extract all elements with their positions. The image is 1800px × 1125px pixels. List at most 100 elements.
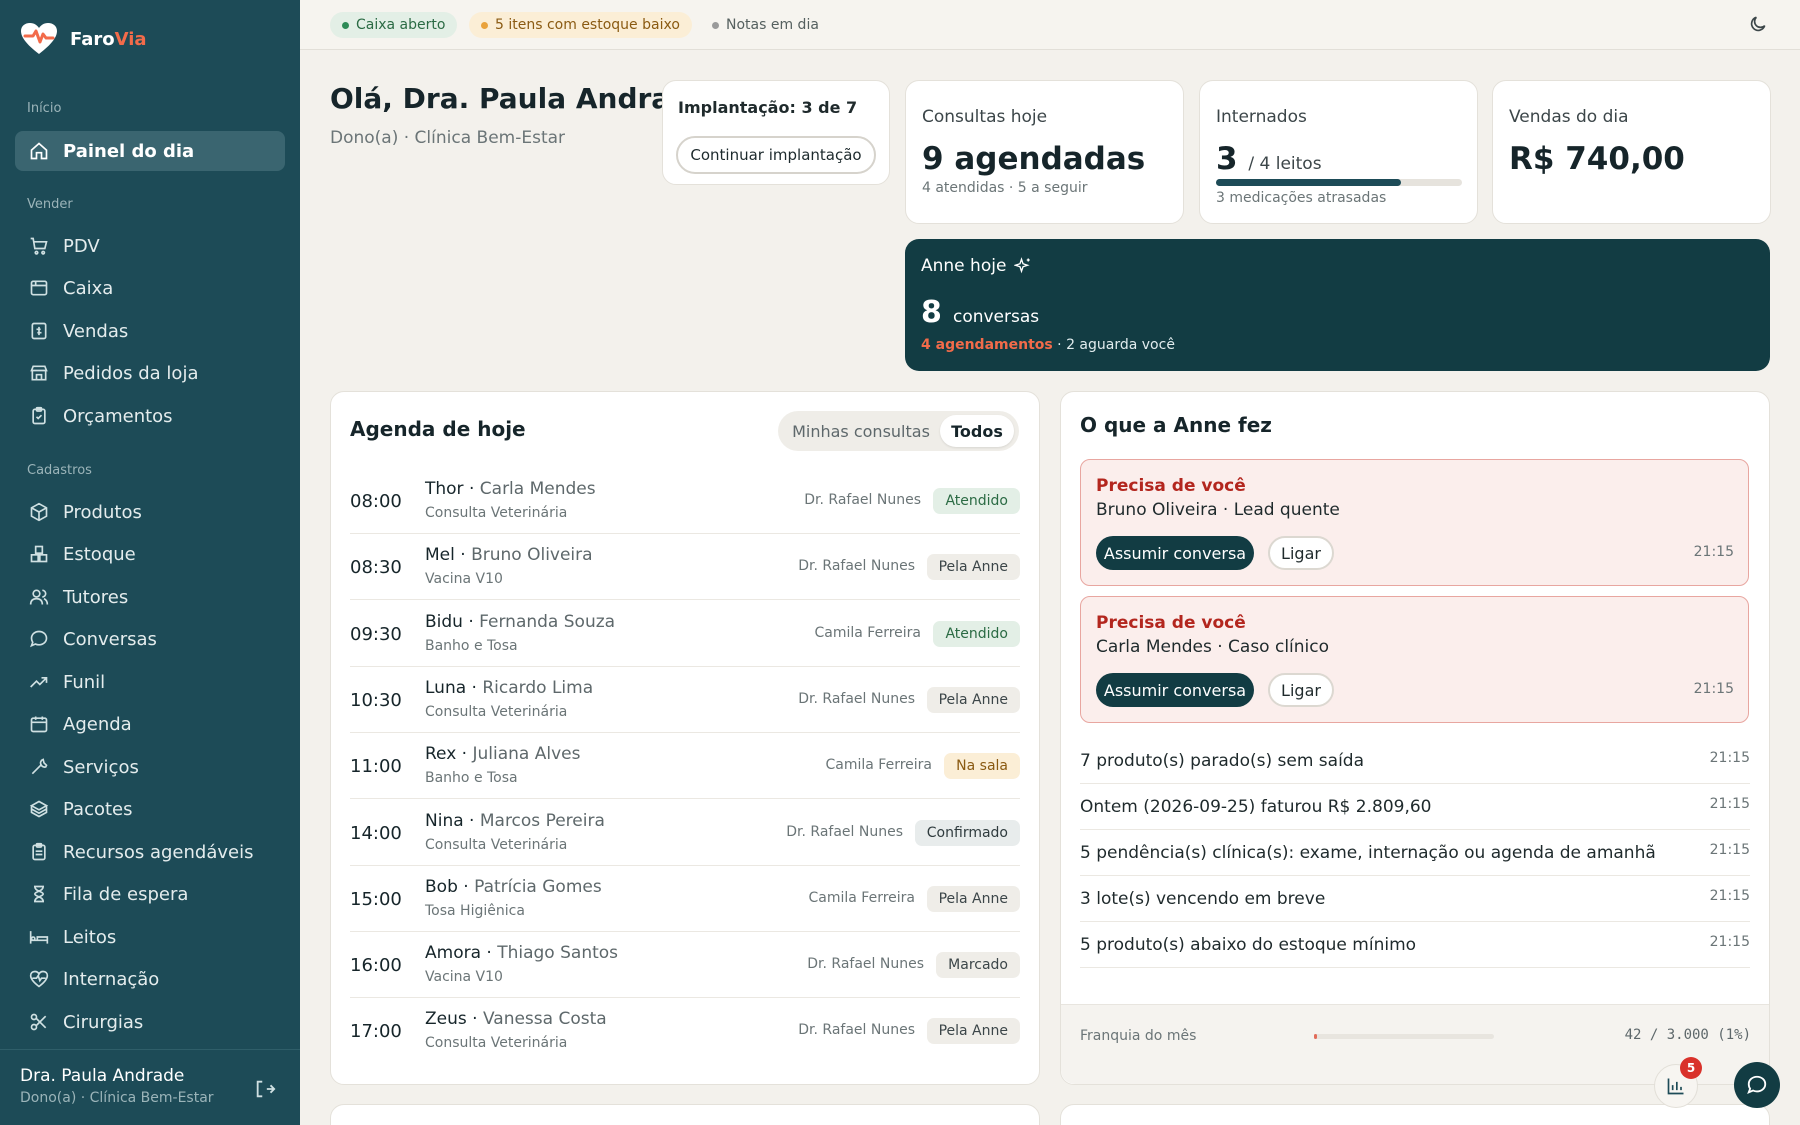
package-icon [29, 800, 49, 818]
sidebar-item-pacotes[interactable]: Pacotes [15, 789, 285, 829]
filter-minhas-consultas[interactable]: Minhas consultas [786, 415, 936, 447]
stat-value: 9 agendadas [922, 141, 1146, 177]
agenda-row[interactable]: 09:30 Bidu · Fernanda Souza Banho e Tosa At… [350, 601, 1020, 667]
cart-icon [30, 237, 48, 255]
sidebar-item-orcamentos[interactable]: Orçamentos [15, 396, 285, 436]
sidebar-item-conversas[interactable]: Conversas [15, 619, 285, 659]
agenda-row[interactable]: 08:30 Mel · Bruno Oliveira Vacina V10 Pela … [350, 534, 1020, 601]
status-pill-caixa[interactable]: Caixa aberto [330, 12, 458, 38]
dark-mode-moon-icon[interactable] [1748, 14, 1768, 34]
chat-bubble-icon [1747, 1075, 1767, 1095]
stat-card-internados[interactable]: Internados 3 / 4 leitos 3 medicações atr… [1199, 80, 1478, 224]
sidebar-item-cirurgias[interactable]: Cirurgias [15, 1002, 285, 1042]
call-button[interactable]: Ligar [1268, 536, 1334, 570]
appointment-time: 09:30 [350, 623, 402, 645]
status-badge: Pela Anne [926, 885, 1020, 912]
anne-conversation-unit: conversas [952, 307, 1040, 327]
appointment-time: 08:00 [350, 491, 402, 512]
stat-value: R$ 740,00 [1509, 141, 1685, 177]
sidebar-item-caixa[interactable]: Caixa [15, 268, 285, 308]
feed-item[interactable]: Ontem (2026-09-25) faturou R$ 2.809,60 2… [1080, 784, 1750, 830]
page-title: Olá, Dra. Paula Andrade [330, 82, 710, 115]
chat-fab[interactable] [1734, 1062, 1780, 1108]
status-dot [342, 21, 349, 29]
next-card [1060, 1104, 1770, 1125]
take-over-button[interactable]: Assumir conversa [1096, 673, 1254, 707]
appointment-patient: Nina · Marcos Pereira [425, 810, 605, 831]
sidebar-item-tutores[interactable]: Tutores [15, 577, 285, 617]
status-badge: Atendido [933, 620, 1020, 647]
logout-icon[interactable] [254, 1078, 276, 1100]
agenda-row[interactable]: 16:00 Amora · Thiago Santos Vacina V10 Marc… [350, 932, 1020, 999]
feed-item[interactable]: 5 pendência(s) clínica(s): exame, intern… [1080, 830, 1750, 876]
agenda-row[interactable]: 17:00 Zeus · Vanessa Costa Consulta Veteri… [350, 998, 1020, 1064]
appointment-patient: Thor · Carla Mendes [425, 479, 596, 499]
agenda-row[interactable]: 14:00 Nina · Marcos Pereira Consulta Veter… [350, 800, 1020, 866]
appointment-service: Consulta Veterinária [425, 703, 568, 720]
stat-value: 3 / 4 leitos [1216, 141, 1322, 177]
appointment-doctor: Dr. Rafael Nunes [807, 956, 924, 973]
receipt-icon [31, 322, 47, 340]
anne-today-card[interactable]: Anne hoje 8 conversas 4 agendamentos · 2… [905, 239, 1770, 371]
take-over-button[interactable]: Assumir conversa [1096, 536, 1254, 570]
agenda-row[interactable]: 15:00 Bob · Patrícia Gomes Tosa Higiênica P… [350, 866, 1020, 932]
stat-label: Internados [1216, 107, 1307, 127]
stat-card-consultas[interactable]: Consultas hoje 9 agendadas 4 atendidas ·… [905, 80, 1184, 224]
sidebar-user[interactable]: Dra. Paula Andrade Dono(a) · Clínica Bem… [0, 1049, 300, 1125]
status-dot [712, 21, 719, 29]
sidebar-item-estoque[interactable]: Estoque [15, 534, 285, 574]
sidebar-item-produtos[interactable]: Produtos [15, 492, 285, 532]
franchise-progress-fill [1314, 1034, 1317, 1039]
onboarding-title: Implantação: 3 de 7 [678, 98, 858, 117]
agenda-title: Agenda de hoje [350, 417, 526, 441]
nav-section-cadastros: Cadastros [27, 463, 92, 478]
status-pill-notas[interactable]: Notas em dia [700, 12, 831, 38]
sidebar-item-servicos[interactable]: Serviços [15, 747, 285, 787]
sidebar-item-pdv[interactable]: PDV [15, 226, 285, 266]
appointment-service: Banho e Tosa [425, 770, 518, 787]
status-badge: Pela Anne [926, 1018, 1020, 1045]
agenda-row[interactable]: 08:00 Thor · Carla Mendes Consulta Veterin… [350, 468, 1020, 534]
page-subtitle: Dono(a) · Clínica Bem-Estar [330, 128, 566, 148]
stat-card-vendas[interactable]: Vendas do dia R$ 740,00 [1492, 80, 1771, 224]
feed-item[interactable]: 5 produto(s) abaixo do estoque mínimo 21… [1080, 922, 1750, 968]
sidebar-item-fila[interactable]: Fila de espera [15, 874, 285, 914]
cash-register-icon [30, 280, 48, 296]
feed-item[interactable]: 7 produto(s) parado(s) sem saída 21:15 [1080, 738, 1750, 784]
sidebar-item-vendas[interactable]: Vendas [15, 311, 285, 351]
sidebar-item-leitos[interactable]: Leitos [15, 917, 285, 957]
store-icon [30, 365, 48, 381]
feed-item[interactable]: 3 lote(s) vencendo em breve 21:15 [1080, 876, 1750, 922]
status-badge: Pela Anne [926, 686, 1020, 713]
agenda-row[interactable]: 11:00 Rex · Juliana Alves Banho e Tosa Na s… [350, 733, 1020, 800]
clipboard-list-icon [32, 842, 46, 861]
status-pill-estoque[interactable]: 5 itens com estoque baixo [469, 12, 692, 38]
stat-sub: 4 atendidas · 5 a seguir [922, 180, 1088, 196]
agenda-row[interactable]: 10:30 Luna · Ricardo Lima Consulta Veterin… [350, 667, 1020, 733]
continue-onboarding-button[interactable]: Continuar implantação [676, 136, 876, 174]
logo-heart-icon [21, 23, 57, 54]
appointment-time: 10:30 [350, 689, 402, 711]
anne-rest: · 2 aguarda você [1052, 337, 1175, 353]
anne-highlight: 4 agendamentos [921, 337, 1053, 353]
status-badge: Marcado [936, 952, 1020, 979]
user-name: Dra. Paula Andrade [20, 1066, 185, 1086]
sidebar-item-agenda[interactable]: Agenda [15, 704, 285, 744]
onboarding-card: Implantação: 3 de 7 Continuar implantaçã… [662, 80, 890, 185]
appointment-service: Vacina V10 [425, 969, 503, 986]
sidebar-item-funil[interactable]: Funil [15, 662, 285, 702]
sidebar-item-recursos[interactable]: Recursos agendáveis [15, 832, 285, 872]
filter-todos[interactable]: Todos [940, 415, 1014, 447]
alert-card: Precisa de você Bruno Oliveira · Lead qu… [1080, 459, 1749, 586]
sidebar-item-internacao[interactable]: Internação [15, 959, 285, 999]
status-badge: Pela Anne [926, 554, 1020, 581]
brand[interactable]: FaroVia [20, 22, 147, 56]
brand-name: FaroVia [70, 28, 147, 50]
status-badge: Na sala [944, 753, 1020, 780]
call-button[interactable]: Ligar [1268, 673, 1334, 707]
appointment-doctor: Dr. Rafael Nunes [786, 823, 903, 840]
home-icon [30, 142, 48, 160]
sidebar-item-pedidos[interactable]: Pedidos da loja [15, 353, 285, 393]
anne-conversation-count: 8 [921, 295, 942, 330]
sidebar-item-painel[interactable]: Painel do dia [15, 131, 285, 171]
